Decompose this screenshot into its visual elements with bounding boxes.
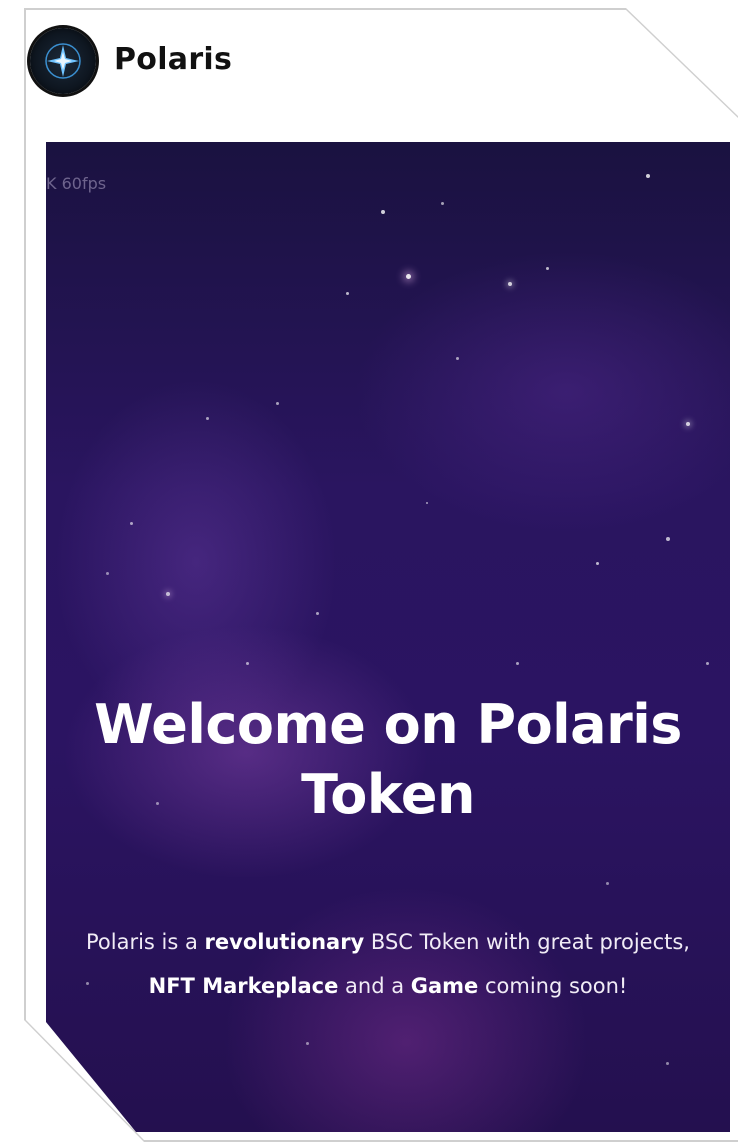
star bbox=[686, 422, 690, 426]
compass-star-icon bbox=[45, 43, 81, 79]
star bbox=[206, 417, 209, 420]
star bbox=[316, 612, 319, 615]
hero-description: Polaris is a revolutionary BSC Token wit… bbox=[60, 920, 716, 1008]
star bbox=[276, 402, 279, 405]
brand-name[interactable]: Polaris bbox=[114, 42, 232, 77]
star bbox=[666, 537, 670, 541]
star bbox=[106, 572, 109, 575]
star bbox=[666, 1062, 669, 1065]
star bbox=[508, 282, 512, 286]
star bbox=[426, 502, 428, 504]
hero-title-line1: Welcome on Polaris bbox=[94, 693, 682, 756]
polaris-logo[interactable] bbox=[30, 28, 96, 94]
desc-text: BSC Token with great projects, bbox=[364, 930, 690, 954]
hero-title: Welcome on Polaris Token bbox=[46, 690, 730, 830]
star bbox=[706, 662, 709, 665]
star bbox=[606, 882, 609, 885]
star bbox=[546, 267, 549, 270]
desc-text: and a bbox=[338, 974, 411, 998]
star bbox=[246, 662, 249, 665]
star bbox=[456, 357, 459, 360]
desc-bold: Game bbox=[410, 974, 479, 998]
star bbox=[516, 662, 519, 665]
star bbox=[406, 274, 411, 279]
desc-text: Polaris is a bbox=[86, 930, 205, 954]
star bbox=[130, 522, 133, 525]
star bbox=[346, 292, 349, 295]
page-frame: Polaris K 60fps Welcome on Polaris Token… bbox=[0, 0, 738, 1147]
star bbox=[166, 592, 170, 596]
star bbox=[441, 202, 444, 205]
desc-bold: revolutionary bbox=[204, 930, 365, 954]
hero-section: K 60fps Welcome on Polaris Token Polaris… bbox=[46, 142, 730, 1132]
desc-text: coming soon! bbox=[478, 974, 628, 998]
hero-title-line2: Token bbox=[301, 763, 475, 826]
desc-bold: NFT Markeplace bbox=[148, 974, 339, 998]
star bbox=[381, 210, 385, 214]
star bbox=[596, 562, 599, 565]
star bbox=[306, 1042, 309, 1045]
star bbox=[646, 174, 650, 178]
fps-counter: K 60fps bbox=[46, 174, 107, 193]
